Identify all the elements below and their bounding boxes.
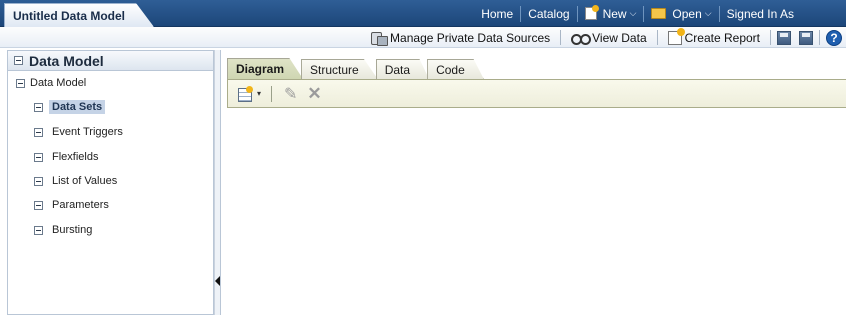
new-data-set-button[interactable]: ▾ <box>238 85 262 102</box>
nav-catalog-label: Catalog <box>528 6 570 21</box>
new-document-icon <box>584 5 599 20</box>
binoculars-icon <box>571 32 592 45</box>
data-source-icon <box>371 31 389 46</box>
tree-item-data-sets[interactable]: Data Sets <box>34 100 106 114</box>
nav-divider <box>718 5 720 22</box>
manage-sources-label: Manage Private Data Sources <box>390 30 551 45</box>
tree-item-label: Parameters <box>52 199 109 211</box>
nav-divider <box>520 5 522 22</box>
top-bar: Untitled Data Model Home Catalog New ⌵ O… <box>0 0 846 27</box>
page-toolbar: Manage Private Data Sources View Data Cr… <box>0 27 846 48</box>
toolbar-divider <box>770 30 771 45</box>
tab-label: Structure <box>310 63 359 77</box>
tab-label: Code <box>436 63 465 77</box>
tree-root-label: Data Model <box>30 77 87 89</box>
nav-catalog-link[interactable]: Catalog <box>521 7 576 21</box>
folder-icon <box>651 8 667 19</box>
nav-home-label: Home <box>481 6 514 21</box>
view-tabs: Diagram Structure Data Code <box>227 58 484 79</box>
nav-home-link[interactable]: Home <box>474 7 520 21</box>
create-report-button[interactable]: Create Report <box>660 27 768 45</box>
document-tab[interactable]: Untitled Data Model <box>4 3 154 27</box>
tab-structure[interactable]: Structure <box>301 59 378 79</box>
tree-item-label: List of Values <box>52 175 118 187</box>
toolbar-divider <box>819 30 820 45</box>
create-report-label: Create Report <box>684 30 760 45</box>
tab-diagram[interactable]: Diagram <box>227 58 304 79</box>
toolbar-divider <box>656 30 658 45</box>
collapse-node-icon[interactable] <box>34 127 43 137</box>
collapse-panel-icon[interactable] <box>14 56 23 65</box>
tree-item-label: Flexfields <box>52 151 99 163</box>
tree-root-data-model[interactable]: Data Model <box>16 77 86 89</box>
nav-divider <box>576 5 578 22</box>
edit-pencil-icon[interactable]: ✎ <box>284 84 297 104</box>
toolbar-divider <box>560 30 562 45</box>
nav-divider <box>643 5 645 22</box>
delete-icon[interactable]: ✕ <box>307 84 321 104</box>
chevron-down-icon: ⌵ <box>704 8 712 18</box>
save-as-icon[interactable] <box>799 30 813 45</box>
nav-open-menu[interactable]: Open ⌵ <box>644 7 718 21</box>
chevron-down-icon: ⌵ <box>629 8 637 18</box>
new-data-set-icon <box>238 85 256 102</box>
panel-title: Data Model <box>29 52 104 69</box>
nav-new-label: New <box>602 6 627 21</box>
tree-item-list-of-values[interactable]: List of Values <box>34 174 120 188</box>
signed-in-label: Signed In As <box>726 6 794 21</box>
collapse-node-icon[interactable] <box>34 102 43 112</box>
panel-header: Data Model <box>8 51 213 71</box>
save-icon[interactable] <box>777 30 791 45</box>
tab-label: Diagram <box>236 62 285 76</box>
tree-item-label: Data Sets <box>49 100 106 114</box>
tab-data[interactable]: Data <box>375 59 430 79</box>
tree-item-label: Bursting <box>52 224 93 236</box>
tree-item-event-triggers[interactable]: Event Triggers <box>34 125 126 139</box>
global-nav: Home Catalog New ⌵ Open ⌵ Signed In As <box>474 0 846 27</box>
signed-in-menu[interactable]: Signed In As <box>720 7 846 21</box>
toolbar-actions: Manage Private Data Sources View Data Cr… <box>363 27 846 48</box>
tree-item-parameters[interactable]: Parameters <box>34 198 112 212</box>
tab-code[interactable]: Code <box>427 59 484 79</box>
help-icon[interactable]: ? <box>826 29 842 46</box>
diagram-toolbar: ▾ ✎ ✕ <box>227 79 846 108</box>
tree-item-bursting[interactable]: Bursting <box>34 223 95 237</box>
view-data-label: View Data <box>592 30 647 45</box>
manage-private-data-sources-button[interactable]: Manage Private Data Sources <box>363 30 558 46</box>
document-tab-label: Untitled Data Model <box>13 9 126 23</box>
collapse-node-icon[interactable] <box>34 152 43 162</box>
create-report-icon <box>667 27 685 45</box>
toolbar-divider <box>271 85 273 102</box>
collapse-node-icon[interactable] <box>34 225 43 235</box>
tree-item-flexfields[interactable]: Flexfields <box>34 150 101 164</box>
tab-label: Data <box>384 63 411 77</box>
data-model-panel: Data Model Data Model Data Sets Event Tr… <box>7 50 214 315</box>
nav-open-label: Open <box>672 6 702 21</box>
collapse-node-icon[interactable] <box>34 200 43 210</box>
collapse-node-icon[interactable] <box>16 78 25 88</box>
view-data-button[interactable]: View Data <box>563 31 654 45</box>
dropdown-arrow-icon: ▾ <box>257 89 262 98</box>
collapse-node-icon[interactable] <box>34 176 43 186</box>
nav-new-menu[interactable]: New ⌵ <box>578 5 644 21</box>
main-content: Diagram Structure Data Code ▾ ✎ ✕ <box>220 50 846 315</box>
tree-item-label: Event Triggers <box>52 126 123 138</box>
